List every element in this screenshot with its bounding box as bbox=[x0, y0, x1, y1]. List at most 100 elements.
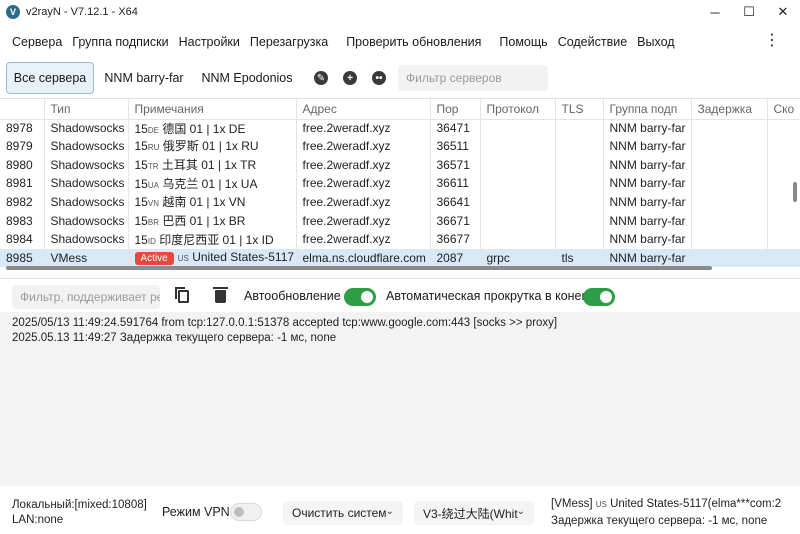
table-row[interactable]: 8984 Shadowsocks 15ID 印度尼西亚 01 | 1x ID f… bbox=[0, 229, 800, 249]
edit-icon[interactable]: ✎ bbox=[314, 71, 328, 85]
cell-protocol bbox=[480, 173, 556, 193]
table-vertical-scrollbar[interactable] bbox=[793, 182, 797, 202]
country-code: US bbox=[177, 254, 189, 264]
col-remarks[interactable]: Примечания bbox=[128, 99, 297, 120]
cell-protocol bbox=[480, 229, 556, 249]
cell-address: free.2weradf.xyz bbox=[296, 155, 431, 174]
remark-text: 巴西 01 | 1x BR bbox=[162, 214, 246, 229]
remark-text: United States-5117 bbox=[192, 250, 295, 265]
vpn-mode-toggle[interactable] bbox=[230, 503, 262, 521]
server-filter-input[interactable] bbox=[398, 65, 548, 91]
cell-address: free.2weradf.xyz bbox=[296, 119, 431, 137]
col-delay[interactable]: Задержка bbox=[691, 99, 768, 120]
cell-id: 8981 bbox=[0, 173, 45, 193]
country-code: ID bbox=[147, 236, 156, 246]
col-speed[interactable]: Ско bbox=[767, 99, 800, 120]
cell-group: NNM barry-far bbox=[603, 192, 692, 212]
cell-port: 36677 bbox=[430, 229, 481, 249]
cell-address: free.2weradf.xyz bbox=[296, 173, 431, 193]
col-address[interactable]: Адрес bbox=[296, 99, 431, 120]
copy-icon[interactable] bbox=[175, 287, 189, 303]
cell-delay bbox=[691, 119, 768, 137]
cell-port: 36511 bbox=[430, 136, 481, 156]
remark-text: 德国 01 | 1x DE bbox=[162, 121, 246, 136]
add-icon[interactable]: + bbox=[343, 71, 357, 85]
close-icon[interactable]: ✕ bbox=[766, 0, 800, 24]
auto-update-toggle[interactable] bbox=[344, 288, 376, 306]
auto-scroll-toggle[interactable] bbox=[583, 288, 615, 306]
remark-prefix: 15 bbox=[134, 232, 148, 247]
cell-port: 2087 bbox=[430, 248, 481, 268]
table-horizontal-scrollbar[interactable] bbox=[6, 266, 712, 270]
menu-restart[interactable]: Перезагрузка bbox=[250, 35, 328, 49]
log-output[interactable]: 2025/05/13 11:49:24.591764 from tcp:127.… bbox=[0, 312, 800, 486]
cell-port: 36471 bbox=[430, 119, 481, 137]
system-proxy-dropdown[interactable]: Очистить систем ⌄ bbox=[283, 501, 403, 525]
menu-servers[interactable]: Сервера bbox=[12, 35, 62, 49]
table-row[interactable]: 8979 Shadowsocks 15RU 俄罗斯 01 | 1x RU fre… bbox=[0, 136, 800, 156]
minimize-icon[interactable]: ─ bbox=[698, 0, 732, 24]
country-code: VN bbox=[147, 199, 159, 209]
cell-type: Shadowsocks bbox=[44, 211, 129, 230]
cell-group: NNM barry-far bbox=[603, 229, 692, 249]
menu-exit[interactable]: Выход bbox=[637, 35, 674, 49]
tab-nnm-barry-far[interactable]: NNM barry-far bbox=[100, 62, 188, 94]
cell-type: Shadowsocks bbox=[44, 192, 129, 212]
cell-type: Shadowsocks bbox=[44, 119, 129, 137]
cell-protocol bbox=[480, 136, 556, 156]
cell-delay bbox=[691, 211, 768, 230]
tab-nnm-epodonios[interactable]: NNM Epodonios bbox=[198, 62, 296, 94]
cell-id: 8984 bbox=[0, 229, 45, 249]
table-row[interactable]: 8978 Shadowsocks 15DE 德国 01 | 1x DE free… bbox=[0, 119, 800, 137]
col-port[interactable]: Пор bbox=[430, 99, 481, 120]
cell-protocol bbox=[480, 155, 556, 174]
cell-port: 36641 bbox=[430, 192, 481, 212]
col-type[interactable]: Тип bbox=[44, 99, 129, 120]
cell-protocol bbox=[480, 211, 556, 230]
routing-dropdown[interactable]: V3-绕过大陆(Whit ⌄ bbox=[414, 501, 534, 525]
cell-tls bbox=[555, 229, 604, 249]
cell-type: Shadowsocks bbox=[44, 229, 129, 249]
menu-settings[interactable]: Настройки bbox=[179, 35, 240, 49]
remark-text: 俄罗斯 01 | 1x RU bbox=[162, 139, 259, 154]
cell-type: Shadowsocks bbox=[44, 136, 129, 156]
remark-prefix: 15 bbox=[134, 195, 148, 210]
cell-remarks: 15DE 德国 01 | 1x DE bbox=[128, 119, 297, 137]
country-code: DE bbox=[147, 125, 159, 135]
table-row-active[interactable]: 8985 VMess Active US United States-5117 e… bbox=[0, 248, 800, 268]
cell-tls: tls bbox=[555, 248, 604, 268]
table-row[interactable]: 8981 Shadowsocks 15UA 乌克兰 01 | 1x UA fre… bbox=[0, 173, 800, 193]
v2rayn-app-icon: V bbox=[6, 5, 20, 19]
menu-subscription-group[interactable]: Группа подписки bbox=[72, 35, 168, 49]
table-row[interactable]: 8982 Shadowsocks 15VN 越南 01 | 1x VN free… bbox=[0, 192, 800, 212]
more-options-icon[interactable]: ⋮ bbox=[764, 33, 780, 49]
cell-id: 8982 bbox=[0, 192, 45, 212]
table-row[interactable]: 8983 Shadowsocks 15BR 巴西 01 | 1x BR free… bbox=[0, 211, 800, 230]
cell-speed bbox=[767, 211, 800, 230]
maximize-icon[interactable]: ☐ bbox=[732, 0, 766, 24]
more-icon[interactable]: •• bbox=[372, 71, 386, 85]
cell-speed bbox=[767, 119, 800, 137]
remark-text: 乌克兰 01 | 1x UA bbox=[162, 176, 258, 191]
cell-remarks: Active US United States-5117 bbox=[128, 248, 297, 268]
cell-port: 36571 bbox=[430, 155, 481, 174]
col-tls[interactable]: TLS bbox=[555, 99, 604, 120]
tab-all-servers[interactable]: Все сервера bbox=[6, 62, 94, 94]
menu-check-updates[interactable]: Проверить обновления bbox=[346, 35, 481, 49]
cell-speed bbox=[767, 229, 800, 249]
local-port-status: Локальный:[mixed:10808] bbox=[12, 499, 147, 511]
menu-donate[interactable]: Содействие bbox=[558, 35, 627, 49]
cell-address: free.2weradf.xyz bbox=[296, 136, 431, 156]
window-controls: ─ ☐ ✕ bbox=[698, 0, 800, 24]
cell-type: VMess bbox=[44, 248, 129, 268]
col-group[interactable]: Группа подп bbox=[603, 99, 692, 120]
log-filter-input[interactable] bbox=[12, 285, 160, 309]
menu-help[interactable]: Помощь bbox=[499, 35, 547, 49]
col-protocol[interactable]: Протокол bbox=[480, 99, 556, 120]
remark-text: 土耳其 01 | 1x TR bbox=[161, 158, 257, 173]
cell-remarks: 15UA 乌克兰 01 | 1x UA bbox=[128, 173, 297, 193]
cell-remarks: 15ID 印度尼西亚 01 | 1x ID bbox=[128, 229, 297, 249]
cell-protocol: grpc bbox=[480, 248, 556, 268]
table-row[interactable]: 8980 Shadowsocks 15TR 土耳其 01 | 1x TR fre… bbox=[0, 155, 800, 174]
trash-icon[interactable] bbox=[213, 287, 228, 303]
